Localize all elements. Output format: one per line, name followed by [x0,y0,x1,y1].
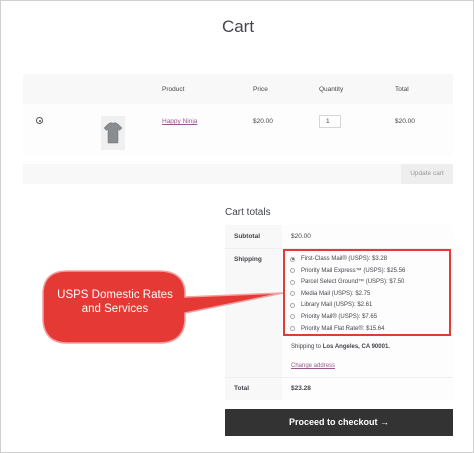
arrow-right-icon: → [380,417,390,427]
product-price: $20.00 [253,118,273,125]
annotation-text: USPS Domestic Rates and Services [57,289,173,315]
cart-table-header: Product Price Quantity Total [23,74,453,104]
shipping-destination: Shipping to Los Angeles, CA 90001. [291,344,390,350]
proceed-to-checkout-button[interactable]: Proceed to checkout → [225,409,453,436]
header-total: Total [395,86,409,93]
cart-totals-title: Cart totals [225,207,271,218]
page-title: Cart [221,17,255,36]
cart-table: Product Price Quantity Total Happy Ninja… [23,74,453,156]
quantity-input[interactable]: 1 [319,115,341,128]
subtotal-label: Subtotal [225,225,282,248]
header-quantity: Quantity [319,86,344,93]
update-cart-button[interactable]: Update cart [401,164,453,184]
total-label: Total [225,378,282,400]
product-total: $20.00 [395,118,415,125]
remove-icon[interactable] [36,117,43,124]
subtotal-value: $20.00 [282,225,453,248]
header-product: Product [162,86,185,93]
shipping-options-highlight [283,249,451,336]
change-address-link[interactable]: Change address [291,363,335,369]
total-value: $23.28 [282,378,453,400]
table-row: Happy Ninja $20.00 1 $20.00 [23,104,453,156]
product-link[interactable]: Happy Ninja [162,118,197,125]
tshirt-icon [103,122,123,144]
cart-actions: Update cart [23,164,453,184]
header-price: Price [253,86,268,93]
product-thumbnail[interactable] [101,116,125,150]
